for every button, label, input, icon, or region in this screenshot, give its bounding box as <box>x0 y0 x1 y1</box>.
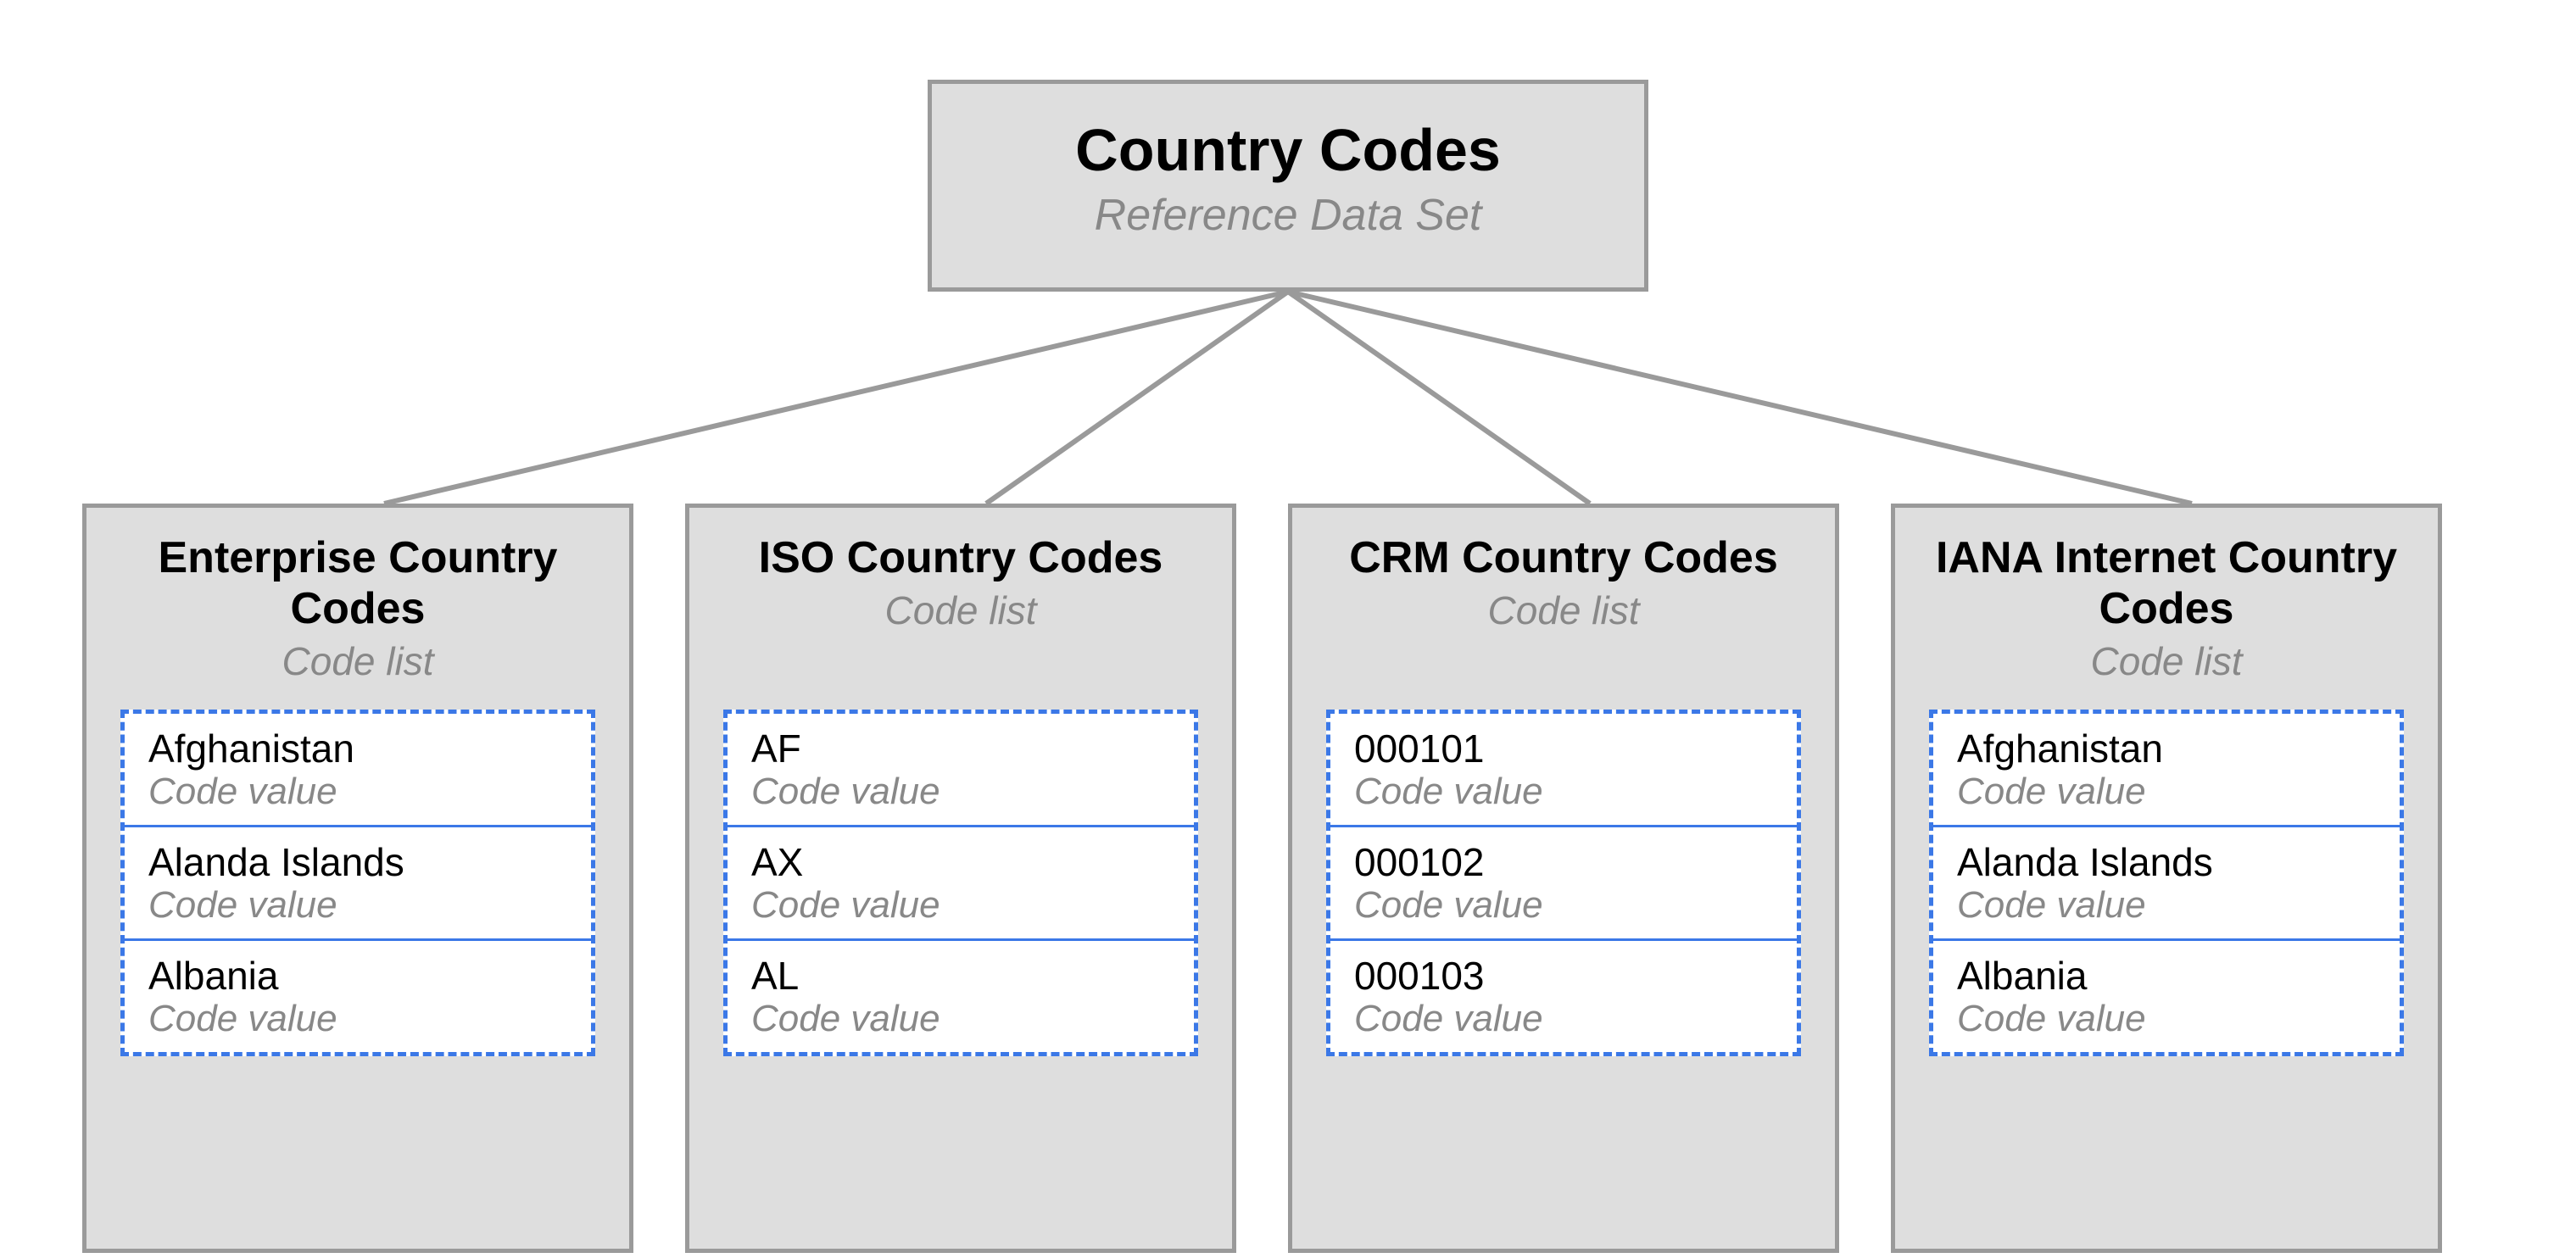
code-value-item: Albania Code value <box>1933 938 2400 1052</box>
code-value-name: 000102 <box>1354 841 1773 884</box>
child-header: ISO Country Codes Code list <box>723 533 1198 633</box>
code-list: AF Code value AX Code value AL Code valu… <box>723 710 1198 1056</box>
child-subtitle: Code list <box>1326 587 1801 633</box>
code-value-sub: Code value <box>751 999 1170 1039</box>
child-node-enterprise: Enterprise Country Codes Code list Afgha… <box>82 504 633 1253</box>
child-title: CRM Country Codes <box>1326 533 1801 584</box>
code-value-sub: Code value <box>751 885 1170 926</box>
child-node-crm: CRM Country Codes Code list 000101 Code … <box>1288 504 1839 1253</box>
code-value-item: AF Code value <box>728 714 1194 825</box>
code-value-item: AL Code value <box>728 938 1194 1052</box>
code-value-sub: Code value <box>1354 771 1773 812</box>
child-header: IANA Internet Country Codes Code list <box>1929 533 2404 684</box>
root-node: Country Codes Reference Data Set <box>928 80 1648 292</box>
code-value-name: AX <box>751 841 1170 884</box>
code-value-item: 000103 Code value <box>1330 938 1797 1052</box>
code-value-sub: Code value <box>1957 771 2376 812</box>
code-value-name: AL <box>751 955 1170 998</box>
code-value-name: Afghanistan <box>148 727 567 771</box>
code-value-item: Afghanistan Code value <box>1933 714 2400 825</box>
code-value-item: Alanda Islands Code value <box>125 825 591 938</box>
code-value-item: Afghanistan Code value <box>125 714 591 825</box>
code-value-name: Alanda Islands <box>148 841 567 884</box>
code-value-name: AF <box>751 727 1170 771</box>
child-subtitle: Code list <box>120 638 595 684</box>
code-value-name: Albania <box>1957 955 2376 998</box>
child-title: Enterprise Country Codes <box>120 533 595 635</box>
code-value-item: AX Code value <box>728 825 1194 938</box>
root-subtitle: Reference Data Set <box>949 190 1627 241</box>
child-node-iana: IANA Internet Country Codes Code list Af… <box>1891 504 2442 1253</box>
code-value-name: Albania <box>148 955 567 998</box>
code-value-name: Afghanistan <box>1957 727 2376 771</box>
code-value-item: 000102 Code value <box>1330 825 1797 938</box>
code-value-sub: Code value <box>148 999 567 1039</box>
child-subtitle: Code list <box>723 587 1198 633</box>
code-value-name: 000103 <box>1354 955 1773 998</box>
code-list: Afghanistan Code value Alanda Islands Co… <box>1929 710 2404 1056</box>
code-value-item: Albania Code value <box>125 938 591 1052</box>
child-header: CRM Country Codes Code list <box>1326 533 1801 633</box>
code-value-sub: Code value <box>1957 885 2376 926</box>
child-subtitle: Code list <box>1929 638 2404 684</box>
root-title: Country Codes <box>949 118 1627 183</box>
code-value-item: 000101 Code value <box>1330 714 1797 825</box>
code-list: 000101 Code value 000102 Code value 0001… <box>1326 710 1801 1056</box>
code-list: Afghanistan Code value Alanda Islands Co… <box>120 710 595 1056</box>
code-value-sub: Code value <box>1354 999 1773 1039</box>
code-value-sub: Code value <box>1957 999 2376 1039</box>
child-title: ISO Country Codes <box>723 533 1198 584</box>
code-value-item: Alanda Islands Code value <box>1933 825 2400 938</box>
code-value-sub: Code value <box>148 771 567 812</box>
code-value-sub: Code value <box>1354 885 1773 926</box>
code-value-name: Alanda Islands <box>1957 841 2376 884</box>
diagram-canvas: Country Codes Reference Data Set Enterpr… <box>0 0 2576 1258</box>
child-node-iso: ISO Country Codes Code list AF Code valu… <box>685 504 1236 1253</box>
child-header: Enterprise Country Codes Code list <box>120 533 595 684</box>
code-value-name: 000101 <box>1354 727 1773 771</box>
code-value-sub: Code value <box>148 885 567 926</box>
child-title: IANA Internet Country Codes <box>1929 533 2404 635</box>
code-value-sub: Code value <box>751 771 1170 812</box>
